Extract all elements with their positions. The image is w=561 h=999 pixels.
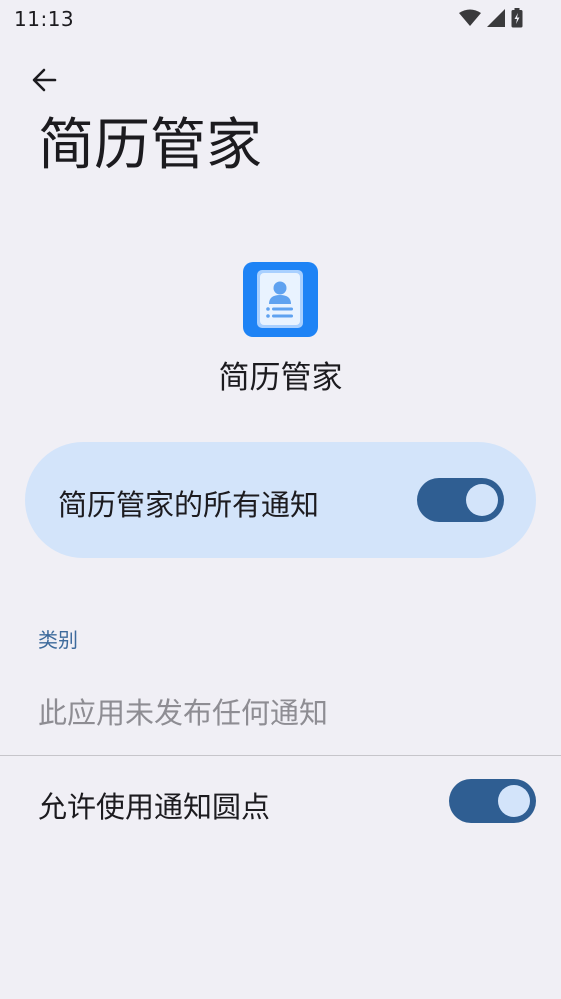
- status-time: 11:13: [14, 7, 75, 31]
- page-title: 简历管家: [38, 113, 262, 178]
- signal-icon: [487, 9, 505, 31]
- all-notifications-label: 简历管家的所有通知: [58, 488, 320, 522]
- categories-header: 类别: [38, 628, 78, 652]
- battery-icon: [511, 8, 523, 32]
- switch-thumb: [466, 484, 498, 516]
- app-name: 简历管家: [218, 360, 343, 396]
- arrow-left-icon: [30, 66, 58, 98]
- status-bar: 11:13: [0, 0, 561, 40]
- resume-contact-icon: [243, 260, 318, 339]
- switch-thumb: [498, 785, 530, 817]
- wifi-icon: [459, 9, 481, 31]
- all-notifications-toggle-row[interactable]: 简历管家的所有通知: [25, 442, 536, 558]
- all-notifications-switch[interactable]: [417, 478, 504, 522]
- notification-dot-switch[interactable]: [449, 779, 536, 823]
- status-icons: [459, 8, 523, 32]
- no-notifications-text: 此应用未发布任何通知: [38, 696, 329, 730]
- divider: [0, 755, 561, 756]
- notification-dot-row[interactable]: 允许使用通知圆点: [0, 760, 561, 850]
- notification-dot-label: 允许使用通知圆点: [38, 790, 271, 824]
- app-icon: [243, 262, 318, 337]
- back-button[interactable]: [22, 60, 66, 104]
